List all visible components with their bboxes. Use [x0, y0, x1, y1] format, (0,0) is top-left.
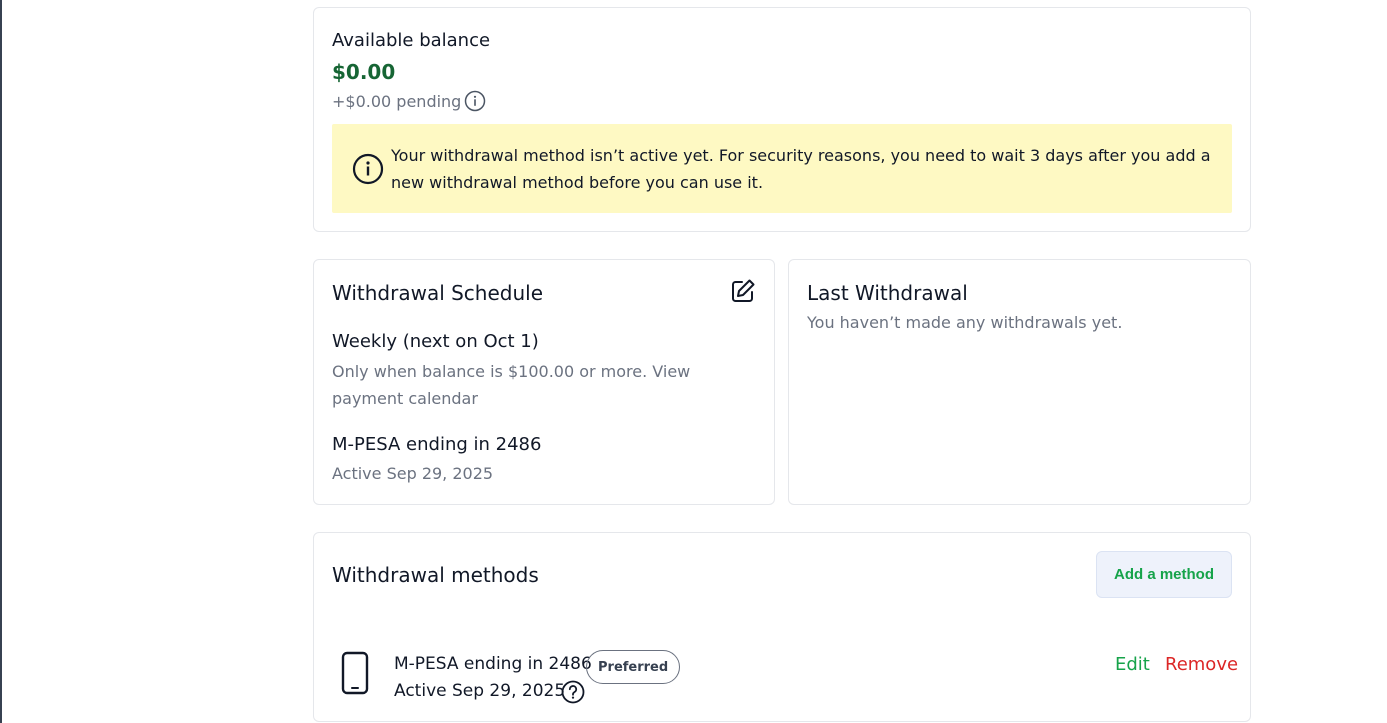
preferred-badge: Preferred	[586, 650, 681, 684]
schedule-condition: Only when balance is $100.00 or more. Vi…	[332, 362, 691, 408]
info-icon	[352, 153, 384, 185]
schedule-frequency: Weekly (next on Oct 1)	[332, 331, 539, 352]
balance-amount: $0.00	[332, 60, 396, 84]
pending-text: +$0.00 pending	[332, 91, 462, 111]
phone-icon	[340, 651, 370, 695]
last-withdrawal-title: Last Withdrawal	[807, 281, 968, 305]
remove-method-link[interactable]: Remove	[1165, 654, 1238, 675]
add-method-button[interactable]: Add a method	[1096, 551, 1232, 598]
edit-method-link[interactable]: Edit	[1115, 654, 1150, 675]
last-withdrawal-message: You haven’t made any withdrawals yet.	[807, 313, 1123, 332]
balance-label: Available balance	[332, 30, 491, 51]
notice-text: Your withdrawal method isn’t active yet.…	[391, 146, 1211, 192]
security-notice: Your withdrawal method isn’t active yet.…	[332, 124, 1232, 213]
methods-title: Withdrawal methods	[332, 563, 539, 587]
schedule-method-status: Active Sep 29, 2025	[332, 464, 494, 483]
withdrawal-methods-card: Withdrawal methods Add a method M-PESA e…	[313, 532, 1251, 722]
help-icon[interactable]	[561, 680, 585, 704]
method-name: M-PESA ending in 2486	[394, 654, 592, 674]
info-icon[interactable]	[464, 90, 486, 112]
schedule-title: Withdrawal Schedule	[332, 281, 544, 305]
pending-row: +$0.00 pending	[332, 90, 486, 112]
withdrawal-schedule-card: Withdrawal Schedule Weekly (next on Oct …	[313, 259, 775, 505]
last-withdrawal-card: Last Withdrawal You haven’t made any wit…	[788, 259, 1251, 505]
schedule-method: M-PESA ending in 2486	[332, 434, 542, 455]
left-border	[0, 0, 2, 723]
method-status: Active Sep 29, 2025	[394, 681, 566, 701]
balance-card: Available balance $0.00 +$0.00 pending Y…	[313, 7, 1251, 232]
edit-icon[interactable]	[730, 278, 756, 304]
